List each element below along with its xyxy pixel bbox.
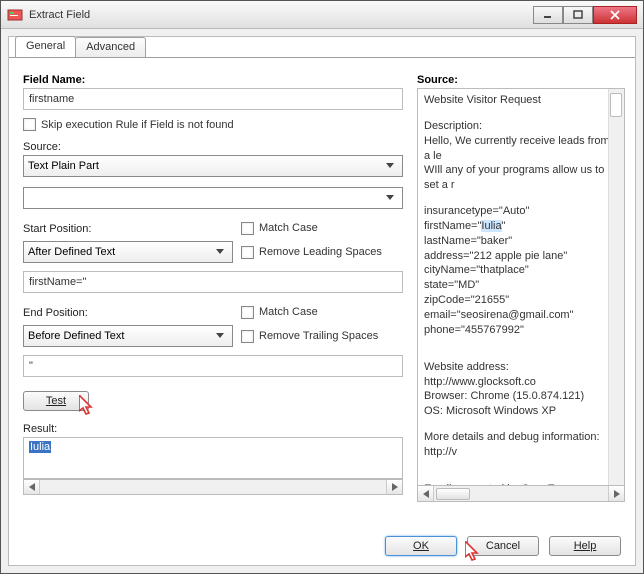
close-button[interactable] xyxy=(593,6,637,24)
src-line: Hello, We currently receive leads from a… xyxy=(424,134,618,164)
tabs: General Advanced xyxy=(15,36,145,57)
src-line: zipCode="21655" xyxy=(424,293,618,308)
remove-leading-label: Remove Leading Spaces xyxy=(259,246,382,258)
match-case-2-label: Match Case xyxy=(259,306,318,318)
remove-trailing-label: Remove Trailing Spaces xyxy=(259,330,378,342)
src-line: address="212 apple pie lane" xyxy=(424,249,618,264)
src-line: state="MD" xyxy=(424,278,618,293)
src-line: WIll any of your programs allow us to se… xyxy=(424,163,618,193)
scroll-left-icon[interactable] xyxy=(418,486,434,501)
match-case-1[interactable]: Match Case xyxy=(241,222,318,235)
skip-checkbox-row[interactable]: Skip execution Rule if Field is not foun… xyxy=(23,118,403,131)
src-line: firstName="Iulia" xyxy=(424,219,618,234)
scroll-right-icon[interactable] xyxy=(608,486,624,501)
remove-leading-checkbox[interactable] xyxy=(241,246,254,259)
remove-trailing-checkbox[interactable] xyxy=(241,330,254,343)
chevron-down-icon xyxy=(212,244,228,260)
src-line: insurancetype="Auto" xyxy=(424,204,618,219)
button-row: OK Cancel Help xyxy=(385,536,621,556)
skip-checkbox[interactable] xyxy=(23,118,36,131)
src-line: email="seosirena@gmail.com" xyxy=(424,308,618,323)
field-name-label: Field Name: xyxy=(23,74,403,86)
help-button[interactable]: Help xyxy=(549,536,621,556)
scroll-right-icon[interactable] xyxy=(386,480,402,494)
src-line: lastName="baker" xyxy=(424,234,618,249)
match-case-1-label: Match Case xyxy=(259,222,318,234)
result-label: Result: xyxy=(23,423,403,435)
match-case-2[interactable]: Match Case xyxy=(241,306,318,319)
source-vscroll[interactable] xyxy=(608,89,624,485)
tab-general[interactable]: General xyxy=(15,36,76,57)
result-hscroll[interactable] xyxy=(23,479,403,495)
src-line: Website address: http://www.glocksoft.co xyxy=(424,360,618,390)
src-line: phone="455767992" xyxy=(424,323,618,338)
src-line: Description: xyxy=(424,119,618,134)
start-position-select[interactable]: After Defined Text xyxy=(23,241,233,263)
scroll-thumb[interactable] xyxy=(436,488,470,500)
start-text-input[interactable] xyxy=(23,271,403,293)
tab-body: Field Name: Skip execution Rule if Field… xyxy=(9,57,635,517)
source-preview-label: Source: xyxy=(417,74,625,86)
secondary-select[interactable] xyxy=(23,187,403,209)
right-column: Source: Website Visitor Request Descript… xyxy=(417,70,625,509)
chevron-down-icon xyxy=(382,158,398,174)
result-box[interactable]: Iulia xyxy=(23,437,403,479)
minimize-button[interactable] xyxy=(533,6,563,24)
chevron-down-icon xyxy=(382,190,398,206)
src-line: Browser: Chrome (15.0.874.121) xyxy=(424,389,618,404)
result-value: Iulia xyxy=(29,441,51,453)
cancel-button[interactable]: Cancel xyxy=(467,536,539,556)
field-name-input[interactable] xyxy=(23,88,403,110)
source-hscroll[interactable] xyxy=(417,486,625,502)
end-position-value: Before Defined Text xyxy=(28,330,124,342)
titlebar: Extract Field xyxy=(1,1,643,29)
src-line: More details and debug information: http… xyxy=(424,430,618,460)
source-select-value: Text Plain Part xyxy=(28,160,99,172)
left-column: Field Name: Skip execution Rule if Field… xyxy=(23,70,403,509)
source-label: Source: xyxy=(23,141,403,153)
src-line: cityName="thatplace" xyxy=(424,263,618,278)
chevron-down-icon xyxy=(212,328,228,344)
start-position-value: After Defined Text xyxy=(28,246,115,258)
maximize-button[interactable] xyxy=(563,6,593,24)
end-text-input[interactable] xyxy=(23,355,403,377)
start-position-label: Start Position: xyxy=(23,223,233,235)
window: Extract Field General Advanced Field Nam… xyxy=(0,0,644,574)
source-select[interactable]: Text Plain Part xyxy=(23,155,403,177)
app-icon xyxy=(7,7,23,23)
source-preview[interactable]: Website Visitor Request Description: Hel… xyxy=(417,88,625,486)
src-line: OS: Microsoft Windows XP xyxy=(424,404,618,419)
skip-label: Skip execution Rule if Field is not foun… xyxy=(41,119,234,131)
remove-leading[interactable]: Remove Leading Spaces xyxy=(241,246,382,259)
window-title: Extract Field xyxy=(29,9,533,21)
tab-advanced[interactable]: Advanced xyxy=(75,37,146,58)
test-button[interactable]: Test xyxy=(23,391,89,411)
ok-button[interactable]: OK xyxy=(385,536,457,556)
window-buttons xyxy=(533,6,637,24)
src-line: Website Visitor Request xyxy=(424,93,618,108)
remove-trailing[interactable]: Remove Trailing Spaces xyxy=(241,330,378,343)
scroll-left-icon[interactable] xyxy=(24,480,40,494)
match-case-1-checkbox[interactable] xyxy=(241,222,254,235)
end-position-label: End Position: xyxy=(23,307,233,319)
end-position-select[interactable]: Before Defined Text xyxy=(23,325,233,347)
match-case-2-checkbox[interactable] xyxy=(241,306,254,319)
